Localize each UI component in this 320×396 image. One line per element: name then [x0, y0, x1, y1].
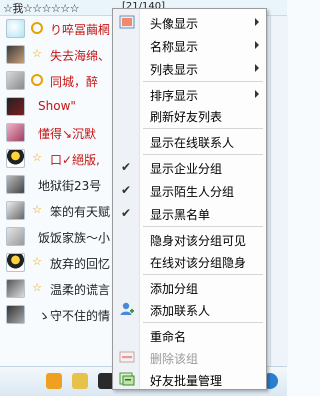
- submenu-arrow-icon: [255, 18, 259, 26]
- menu-item-label: 添加分组: [150, 282, 199, 296]
- buddy-name: 饭饭家族～小: [38, 231, 111, 245]
- menu-item-show-strangers[interactable]: ✔ 显示陌生人分组: [113, 180, 266, 200]
- avatar: [6, 149, 25, 168]
- star-icon: ☆: [32, 47, 42, 60]
- buddy-name: 口✓絕版,: [50, 153, 100, 167]
- group-context-menu: 头像显示 名称显示 列表显示 排序显示 刷新好友列表 显示在线联系人 ✔ 显示企…: [112, 8, 267, 390]
- avatar: [6, 97, 25, 116]
- buddy-name: 失去海绵、: [50, 49, 111, 63]
- menu-item-delete-group: 删除该组: [113, 347, 266, 367]
- buddy-name: ゝ守不住的情: [38, 309, 111, 323]
- menu-separator: [143, 226, 263, 227]
- add-contact-icon: [120, 302, 134, 315]
- submenu-arrow-icon: [255, 90, 259, 98]
- group-title: ☆我☆☆☆☆☆☆: [3, 2, 80, 15]
- star-icon: ☆: [32, 281, 42, 294]
- menu-item-label: 显示企业分组: [150, 162, 223, 176]
- check-icon: ✔: [121, 183, 132, 197]
- menu-item-label: 显示陌生人分组: [150, 185, 235, 199]
- check-icon[interactable]: [46, 373, 62, 389]
- menu-item-label: 添加联系人: [150, 304, 211, 318]
- submenu-arrow-icon: [255, 41, 259, 49]
- menu-item-rename[interactable]: 重命名: [113, 325, 266, 345]
- menu-item-add-group[interactable]: 添加分组: [113, 277, 266, 297]
- menu-separator: [143, 128, 263, 129]
- batch-manage-icon: [119, 372, 135, 386]
- avatar: [6, 123, 25, 142]
- menu-item-list-display[interactable]: 列表显示: [113, 58, 266, 78]
- menu-item-show-online[interactable]: 显示在线联系人: [113, 131, 266, 151]
- buddy-name: り啐冨繭棢: [50, 23, 111, 37]
- menu-item-name-display[interactable]: 名称显示: [113, 35, 266, 55]
- menu-item-show-blacklist[interactable]: ✔ 显示黑名单: [113, 203, 266, 223]
- menu-item-label: 显示黑名单: [150, 208, 211, 222]
- buddy-name: 笨的有天赋: [50, 205, 111, 219]
- menu-item-label: 隐身对该分组可见: [150, 234, 247, 248]
- menu-item-label: 在线对该分组隐身: [150, 256, 247, 270]
- avatar: [6, 19, 25, 38]
- menu-item-label: 好友批量管理: [150, 374, 223, 388]
- vip-ring-icon: [31, 22, 43, 34]
- menu-item-add-contact[interactable]: 添加联系人: [113, 299, 266, 319]
- avatar: [6, 175, 25, 194]
- menu-item-online-hidden[interactable]: 在线对该分组隐身: [113, 251, 266, 271]
- menu-item-refresh-list[interactable]: 刷新好友列表: [113, 105, 266, 125]
- buddy-name: Show": [38, 99, 76, 113]
- avatar-display-icon: [119, 15, 135, 29]
- star-icon: ☆: [32, 151, 42, 164]
- vip-ring-icon: [31, 74, 43, 86]
- menu-item-show-enterprise[interactable]: ✔ 显示企业分组: [113, 157, 266, 177]
- star-icon: ☆: [32, 255, 42, 268]
- avatar: [6, 253, 25, 272]
- buddy-name: 温柔的谎言: [50, 283, 111, 297]
- menu-item-label: 重命名: [150, 330, 187, 344]
- menu-separator: [143, 274, 263, 275]
- menu-separator: [143, 322, 263, 323]
- buddy-name: 懂得↘沉默: [38, 127, 97, 141]
- avatar: [6, 71, 25, 90]
- menu-item-batch-manage[interactable]: 好友批量管理: [113, 369, 266, 389]
- menu-separator: [143, 81, 263, 82]
- avatar: [6, 279, 25, 298]
- menu-item-invisible-visible[interactable]: 隐身对该分组可见: [113, 229, 266, 249]
- menu-item-avatar-display[interactable]: 头像显示: [113, 12, 266, 32]
- menu-item-label: 刷新好友列表: [150, 110, 223, 124]
- buddy-name: 放弃的回忆: [50, 257, 111, 271]
- avatar: [6, 45, 25, 64]
- menu-item-label: 列表显示: [150, 63, 199, 77]
- delete-group-icon: [119, 351, 135, 363]
- buddy-name: 同城，醉: [50, 75, 99, 89]
- avatar: [6, 201, 25, 220]
- people-icon[interactable]: [72, 373, 88, 389]
- buddy-name: 地狱街23号: [38, 179, 102, 193]
- avatar: [6, 227, 25, 246]
- menu-item-label: 排序显示: [150, 89, 199, 103]
- menu-item-label: 名称显示: [150, 40, 199, 54]
- check-icon: ✔: [121, 160, 132, 174]
- menu-item-sort-display[interactable]: 排序显示: [113, 84, 266, 104]
- check-icon: ✔: [121, 206, 132, 220]
- menu-item-label: 显示在线联系人: [150, 136, 235, 150]
- avatar: [6, 305, 25, 324]
- submenu-arrow-icon: [255, 64, 259, 72]
- menu-item-label: 头像显示: [150, 17, 199, 31]
- menu-separator: [143, 154, 263, 155]
- list-scrollbar[interactable]: [270, 16, 288, 366]
- star-icon: ☆: [32, 203, 42, 216]
- menu-item-label: 删除该组: [150, 352, 199, 366]
